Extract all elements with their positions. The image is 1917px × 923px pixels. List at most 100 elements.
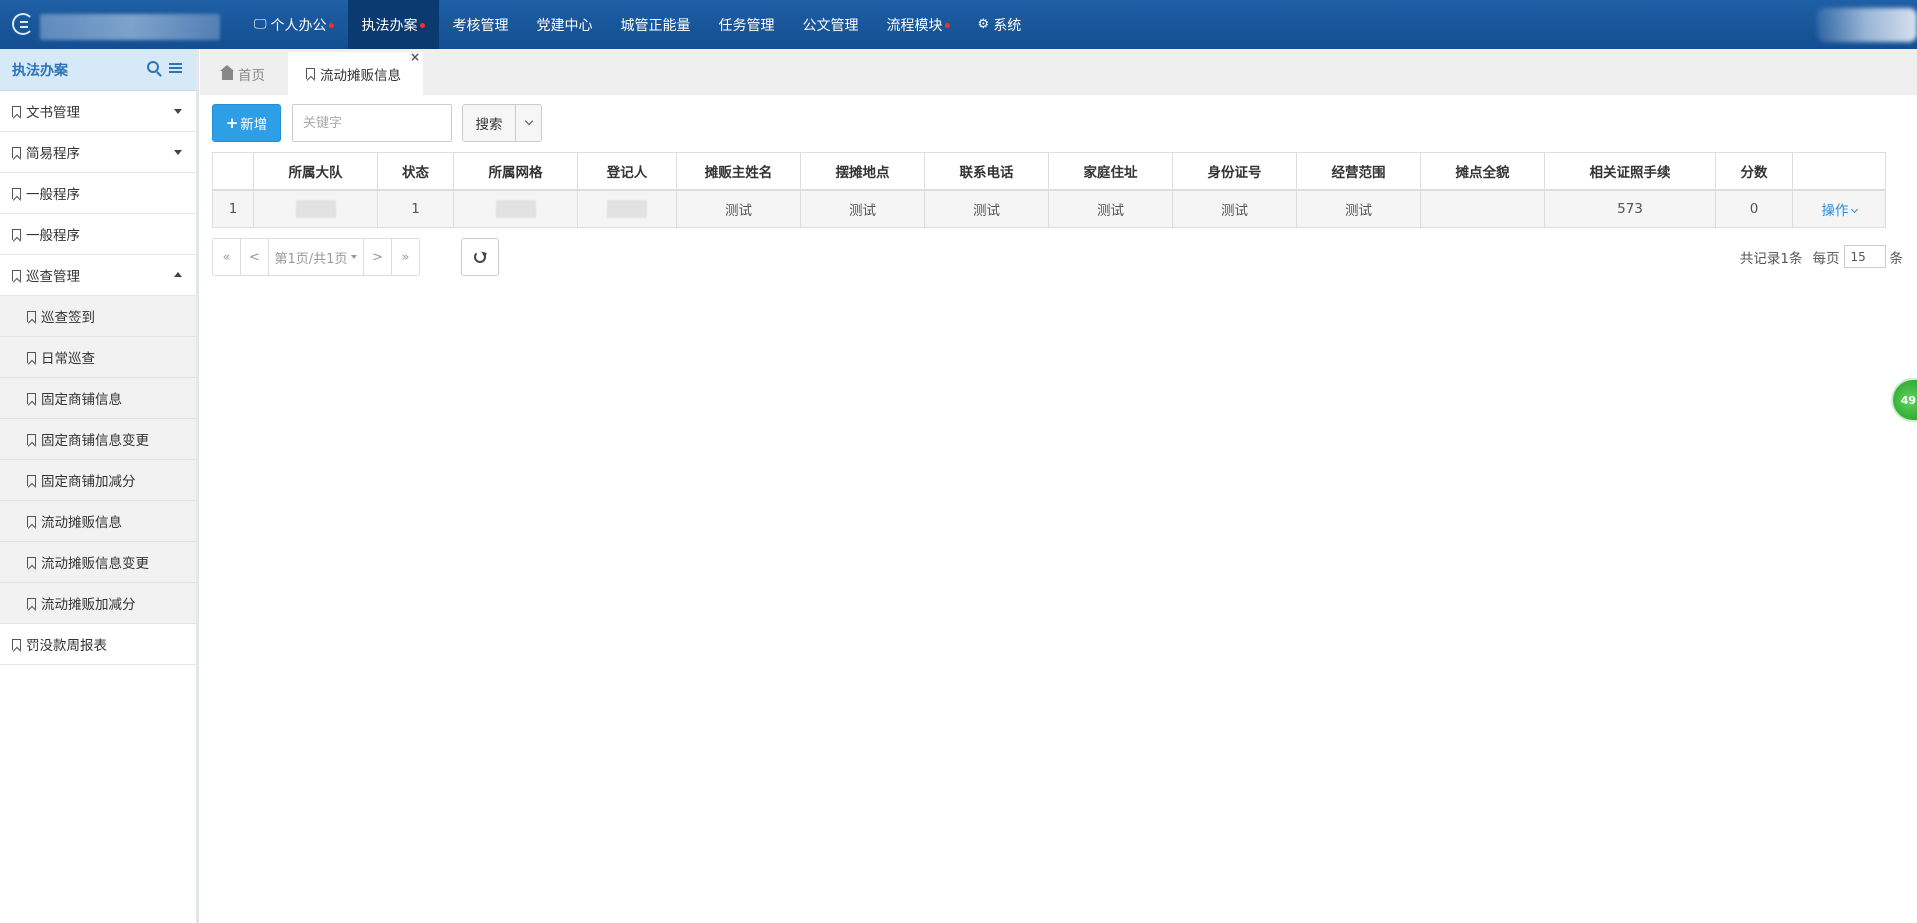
page-select-dropdown[interactable]: 第1页/共1页 [268,238,364,276]
keyword-search-input[interactable] [292,104,452,142]
sidebar-item-inspection-management[interactable]: 巡查管理 [0,255,196,296]
tab-bar: 首页 流动摊贩信息 × [200,49,1917,95]
plus-icon: + [225,114,239,132]
sidebar-item-vendor-change[interactable]: 流动摊贩信息变更 [0,542,196,583]
nav-item-personal-office[interactable]: 🖵 个人办公 [240,0,348,49]
user-avatar-blurred[interactable] [1817,8,1917,42]
table-cell-stall-location: 测试 [800,189,925,228]
sidebar-item-daily-inspection[interactable]: 日常巡查 [0,337,196,378]
sidebar-item-label: 流动摊贩加减分 [41,597,136,613]
bookmark-icon [27,597,36,609]
tab-home[interactable]: 首页 [204,52,283,95]
table-row[interactable]: 1 1 测试 测试 测试 测试 测试 测试 573 0 操作 [212,189,1886,228]
page-indicator: 第1页/共1页 [274,251,348,267]
column-header[interactable]: 登记人 [577,152,677,190]
column-header[interactable]: 经营范围 [1296,152,1421,190]
sidebar-item-label: 固定商铺加减分 [41,474,136,490]
notification-dot [944,23,950,28]
nav-item-document-management[interactable]: 公文管理 [789,0,873,49]
refresh-button[interactable] [461,238,499,276]
sidebar-item-label: 流动摊贩信息 [41,515,122,531]
home-icon [220,64,234,80]
gear-icon: ⚙ [977,17,990,32]
first-page-button[interactable]: « [212,238,241,276]
add-button[interactable]: + 新增 [212,104,281,142]
nav-item-party-center[interactable]: 党建中心 [523,0,607,49]
column-header[interactable]: 所属网格 [453,152,578,190]
redacted-value [495,199,536,218]
refresh-icon [474,251,486,263]
bookmark-icon [12,269,21,281]
nav-item-system[interactable]: ⚙ 系统 [964,0,1036,49]
sidebar-item-vendor-info[interactable]: 流动摊贩信息 [0,501,196,542]
bookmark-icon [27,556,36,568]
nav-item-positive-energy[interactable]: 城管正能量 [607,0,705,49]
column-header[interactable]: 摊点全貌 [1420,152,1545,190]
sidebar-item-fixed-shop-score[interactable]: 固定商铺加减分 [0,460,196,501]
record-info: 共记录1条 每页 条 [1740,245,1903,268]
total-records: 共记录1条 [1739,250,1803,267]
column-header[interactable]: 相关证照手续 [1544,152,1716,190]
sidebar-item-general-procedure[interactable]: 一般程序 [0,173,196,214]
sidebar-item-label: 固定商铺信息变更 [41,433,149,449]
column-header[interactable]: 所属大队 [253,152,378,190]
search-options-dropdown[interactable] [515,104,542,142]
caret-down-icon [174,150,182,155]
sidebar-item-simple-procedure[interactable]: 简易程序 [0,132,196,173]
sidebar-item-label: 一般程序 [26,187,80,203]
prev-page-button[interactable]: < [240,238,269,276]
desktop-icon: 🖵 [254,17,267,32]
sidebar-item-label: 罚没款周报表 [26,638,107,654]
nav-label: 系统 [993,17,1022,34]
search-button[interactable]: 搜索 [462,104,516,142]
bookmark-icon [27,392,36,404]
column-header[interactable]: 分数 [1715,152,1793,190]
sidebar-item-fixed-shop-change[interactable]: 固定商铺信息变更 [0,419,196,460]
menu-icon[interactable] [169,62,182,74]
column-header[interactable]: 状态 [377,152,454,190]
page-size-input[interactable] [1843,245,1886,268]
bookmark-icon [306,68,315,79]
nav-item-task-management[interactable]: 任务管理 [705,0,789,49]
table-cell-phone: 测试 [924,189,1049,228]
last-page-button[interactable]: » [391,238,420,276]
toolbar: + 新增 搜索 [212,104,1902,144]
row-actions-dropdown[interactable]: 操作 [1822,203,1858,219]
column-header[interactable]: 摊贩主姓名 [676,152,801,190]
sidebar-item-vendor-score[interactable]: 流动摊贩加减分 [0,583,196,624]
nav-label: 执法办案 [361,17,418,34]
tab-vendor-info[interactable]: 流动摊贩信息 × [288,50,423,95]
sidebar-item-fixed-shop-info[interactable]: 固定商铺信息 [0,378,196,419]
tab-label: 首页 [238,67,265,84]
bookmark-icon [12,105,21,117]
row-index-cell: 1 [212,189,254,228]
redacted-value [607,199,647,218]
sidebar-header: 执法办案 [0,49,196,91]
column-header[interactable]: 联系电话 [924,152,1049,190]
close-icon[interactable]: × [410,50,420,64]
per-page-label: 每页 [1812,250,1840,267]
sidebar-item-inspection-checkin[interactable]: 巡查签到 [0,296,196,337]
nav-item-workflow[interactable]: 流程模块 [873,0,964,49]
nav-item-assessment[interactable]: 考核管理 [439,0,523,49]
table-cell-registrant [577,189,677,228]
per-page-unit: 条 [1889,250,1904,267]
chevron-down-icon [1850,205,1858,213]
column-header[interactable]: 身份证号 [1172,152,1297,190]
table-cell-brigade [253,189,378,228]
sidebar-item-general-procedure-2[interactable]: 一般程序 [0,214,196,255]
column-header [1792,152,1886,190]
table-cell-grid [453,189,578,228]
search-icon[interactable] [147,61,159,73]
sidebar-item-fine-weekly-report[interactable]: 罚没款周报表 [0,624,196,665]
table-cell-stall-photo [1420,189,1545,228]
nav-label: 公文管理 [802,17,859,34]
next-page-button[interactable]: > [363,238,392,276]
sidebar-item-document-management[interactable]: 文书管理 [0,91,196,132]
column-header[interactable]: 摆摊地点 [800,152,925,190]
nav-item-law-enforcement[interactable]: 执法办案 [347,0,439,49]
bookmark-icon [12,187,21,199]
notification-dot [419,23,425,28]
column-header[interactable]: 家庭住址 [1048,152,1173,190]
chevron-down-icon [524,116,533,126]
